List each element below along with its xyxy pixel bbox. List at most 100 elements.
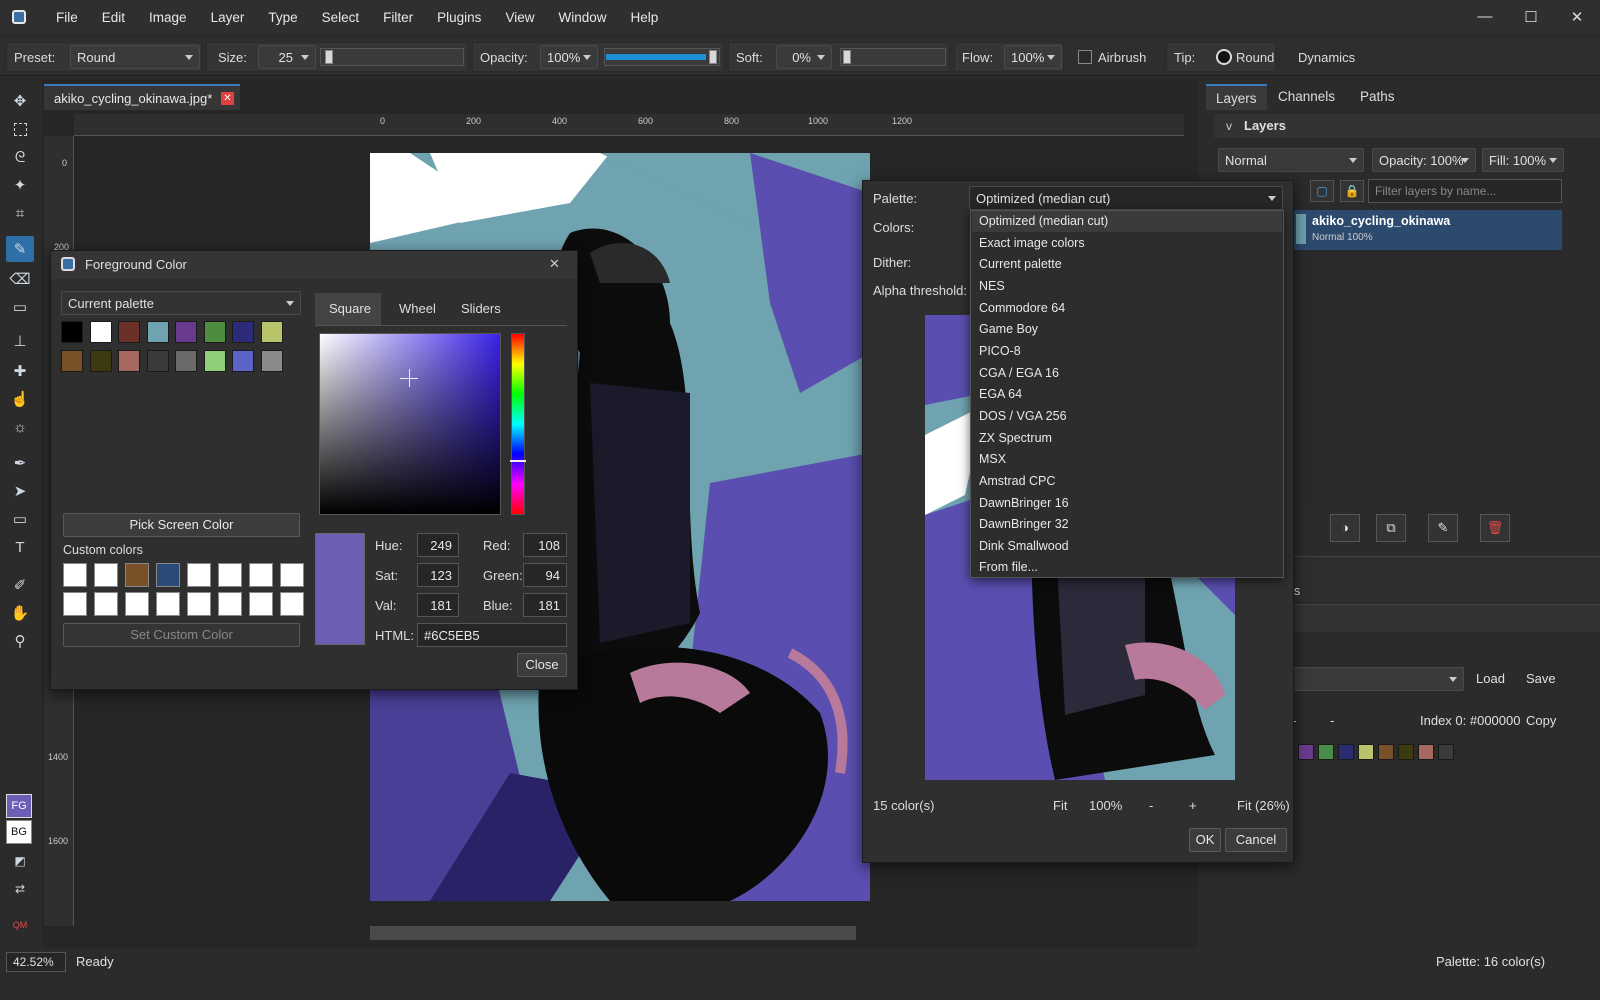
red-input[interactable]: 108 (523, 533, 567, 557)
palette-option[interactable]: DawnBringer 32 (972, 514, 1282, 535)
menu-layer[interactable]: Layer (199, 10, 257, 25)
custom-color-swatch[interactable] (63, 563, 87, 587)
palette-option[interactable]: DOS / VGA 256 (972, 406, 1282, 427)
palette-load-button[interactable]: Load (1476, 671, 1505, 686)
palette-source-select[interactable]: Current palette (61, 291, 301, 315)
stamp-tool-icon[interactable]: ⊥ (6, 328, 34, 354)
fg-color-swatch[interactable]: FG (6, 794, 32, 818)
palette-swatch[interactable] (260, 350, 283, 372)
lock-pixels-icon[interactable]: ▢ (1310, 180, 1334, 202)
palette-color-swatch[interactable] (1338, 744, 1354, 760)
palette-color-swatch[interactable] (1378, 744, 1394, 760)
custom-color-swatch[interactable] (156, 592, 180, 616)
lock-icon[interactable]: 🔒 (1340, 180, 1364, 202)
palette-option[interactable]: Dink Smallwood (972, 536, 1282, 557)
palette-option[interactable]: MSX (972, 449, 1282, 470)
bg-color-swatch[interactable]: BG (6, 820, 32, 844)
menu-plugins[interactable]: Plugins (425, 10, 493, 25)
crop-tool-icon[interactable]: ⌗ (6, 200, 34, 226)
hue-input[interactable]: 249 (417, 533, 459, 557)
shape-tool-icon[interactable]: ▭ (6, 506, 34, 532)
path-select-tool-icon[interactable]: ➤ (6, 478, 34, 504)
menu-help[interactable]: Help (618, 10, 670, 25)
layer-row[interactable]: akiko_cycling_okinawa Normal 100% (1292, 210, 1562, 250)
tab-paths[interactable]: Paths (1350, 84, 1405, 110)
dynamics-button[interactable]: Dynamics (1298, 50, 1355, 65)
quick-mask-button[interactable]: QM (6, 912, 34, 938)
palette-swatch[interactable] (89, 350, 112, 372)
layer-filter-input[interactable]: Filter layers by name... (1368, 179, 1562, 203)
edit-layer-icon[interactable]: ✎ (1428, 514, 1458, 542)
cancel-button[interactable]: Cancel (1225, 828, 1287, 852)
palette-option[interactable]: DawnBringer 16 (972, 493, 1282, 514)
custom-color-swatch[interactable] (187, 592, 211, 616)
menu-type[interactable]: Type (256, 10, 309, 25)
preview-zoom-out[interactable]: - (1149, 798, 1153, 813)
green-input[interactable]: 94 (523, 563, 567, 587)
tab-sliders[interactable]: Sliders (461, 301, 501, 316)
preview-zoom-in[interactable]: + (1189, 798, 1197, 813)
palette-swatch[interactable] (118, 350, 140, 372)
menu-image[interactable]: Image (137, 10, 199, 25)
menu-select[interactable]: Select (310, 10, 372, 25)
menu-edit[interactable]: Edit (90, 10, 137, 25)
palette-swatch[interactable] (89, 321, 112, 343)
custom-color-swatch[interactable] (280, 563, 304, 587)
palette-preset-select[interactable] (1292, 667, 1464, 691)
tab-layers[interactable]: Layers (1206, 84, 1267, 110)
close-tab-icon[interactable]: ✕ (221, 92, 234, 105)
palette-color-swatch[interactable] (1358, 744, 1374, 760)
zoom-field[interactable]: 42.52% (6, 952, 66, 972)
palette-swatch[interactable] (118, 321, 140, 343)
opacity-select[interactable]: 100% (540, 45, 598, 69)
palette-color-swatch[interactable] (1298, 744, 1314, 760)
close-window-button[interactable]: ✕ (1554, 8, 1600, 26)
airbrush-checkbox[interactable] (1078, 50, 1092, 64)
custom-color-swatch[interactable] (187, 563, 211, 587)
size-slider-thumb[interactable] (325, 50, 333, 64)
menu-view[interactable]: View (493, 10, 546, 25)
heal-tool-icon[interactable]: ✚ (6, 358, 34, 384)
palette-option[interactable]: Game Boy (972, 319, 1282, 340)
palette-option[interactable]: NES (972, 276, 1282, 297)
pick-screen-color-button[interactable]: Pick Screen Color (63, 513, 300, 537)
palette-swatch[interactable] (146, 321, 169, 343)
delete-layer-icon[interactable]: 🗑 (1480, 514, 1510, 542)
palette-option[interactable]: Amstrad CPC (972, 471, 1282, 492)
opacity-slider[interactable] (604, 48, 720, 66)
dialog-titlebar[interactable]: Foreground Color ✕ (51, 251, 577, 279)
palette-color-swatch[interactable] (1418, 744, 1434, 760)
menu-file[interactable]: File (44, 10, 90, 25)
blend-mode-select[interactable]: Normal (1218, 148, 1364, 172)
maximize-button[interactable]: ☐ (1508, 8, 1554, 26)
soft-select[interactable]: 0% (776, 45, 832, 69)
palette-swatch[interactable] (61, 321, 83, 343)
size-select[interactable]: 25 (258, 45, 316, 69)
rect-select-tool-icon[interactable] (6, 116, 34, 142)
set-custom-color-button[interactable]: Set Custom Color (63, 623, 300, 647)
minimize-button[interactable]: — (1462, 8, 1508, 26)
palette-option[interactable]: Current palette (972, 254, 1282, 275)
eyedropper-tool-icon[interactable]: ✐ (6, 572, 34, 598)
tip-value[interactable]: Round (1236, 50, 1274, 65)
palette-option[interactable]: Exact image colors (972, 233, 1282, 254)
hue-slider-thumb[interactable] (510, 460, 526, 462)
tab-channels[interactable]: Channels (1268, 84, 1345, 110)
preview-fit-percent[interactable]: Fit (26%) (1237, 798, 1290, 813)
gradient-tool-icon[interactable]: ▭ (6, 294, 34, 320)
lasso-tool-icon[interactable]: ᘓ (6, 144, 34, 170)
hand-tool-icon[interactable]: ✋ (6, 600, 34, 626)
palette-option[interactable]: From file... (972, 557, 1282, 578)
sat-input[interactable]: 123 (417, 563, 459, 587)
tab-wheel[interactable]: Wheel (399, 301, 436, 316)
zoom-tool-icon[interactable]: ⚲ (6, 628, 34, 654)
swap-colors-icon[interactable]: ◩ (6, 848, 34, 874)
palette-swatch[interactable] (175, 321, 197, 343)
palette-copy-button[interactable]: Copy (1526, 713, 1556, 728)
ok-button[interactable]: OK (1189, 828, 1221, 852)
palette-swatch[interactable] (203, 350, 226, 372)
duplicate-layer-icon[interactable]: ⧉ (1376, 514, 1406, 542)
custom-color-swatch[interactable] (249, 592, 273, 616)
palette-option[interactable]: PICO-8 (972, 341, 1282, 362)
palette-option[interactable]: ZX Spectrum (972, 428, 1282, 449)
